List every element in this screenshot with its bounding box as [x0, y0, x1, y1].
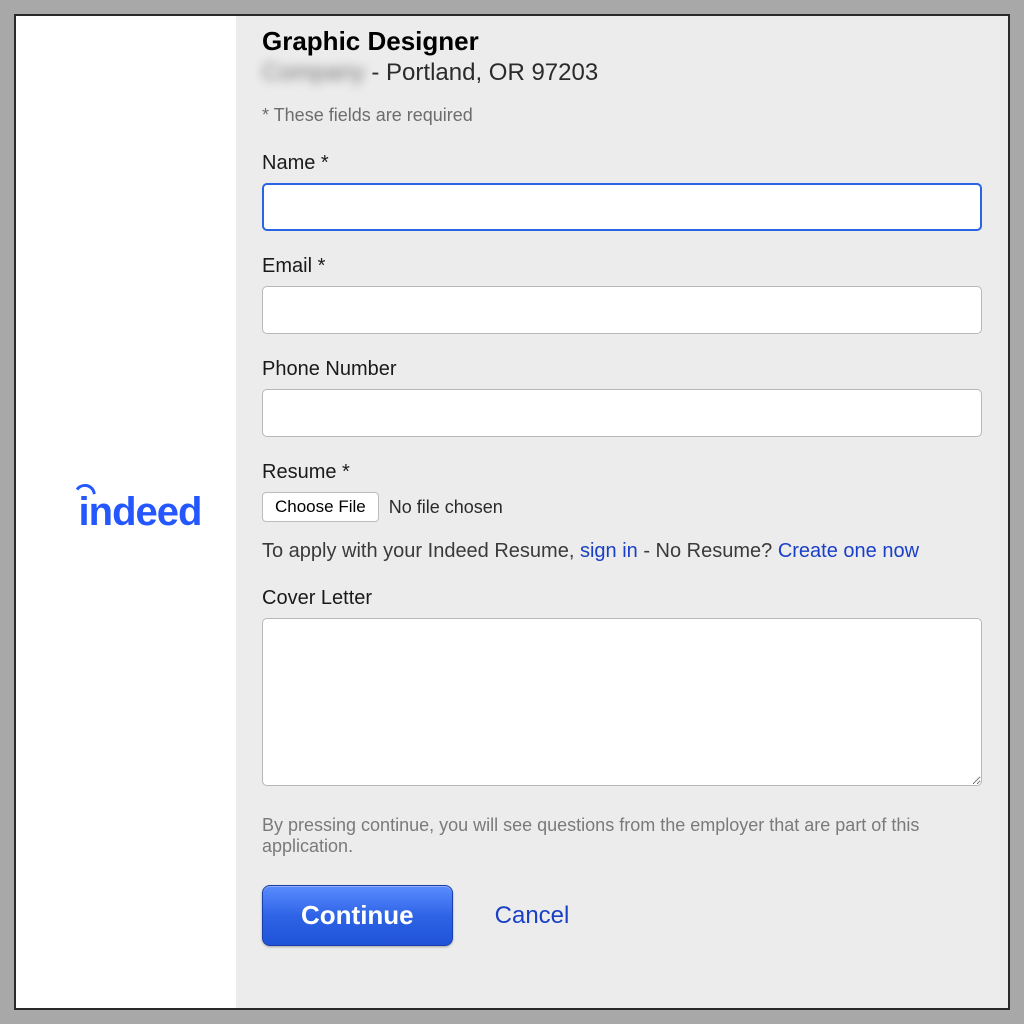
phone-field: Phone Number: [262, 358, 982, 437]
email-field: Email *: [262, 255, 982, 334]
job-location: Portland, OR 97203: [386, 59, 598, 86]
form-pane: Graphic Designer Company - Portland, OR …: [236, 16, 1008, 1008]
phone-input[interactable]: [262, 389, 982, 437]
logo-text: indeed: [79, 490, 202, 534]
cover-letter-textarea[interactable]: [262, 618, 982, 786]
cover-letter-label: Cover Letter: [262, 587, 982, 610]
resume-help-mid: - No Resume?: [638, 540, 778, 562]
continue-disclaimer: By pressing continue, you will see quest…: [262, 815, 982, 857]
resume-label: Resume *: [262, 461, 982, 484]
name-label: Name *: [262, 152, 982, 175]
resume-help-prefix: To apply with your Indeed Resume,: [262, 540, 580, 562]
email-label: Email *: [262, 255, 982, 278]
left-pane: indeed: [16, 16, 236, 1008]
resume-field: Resume * Choose File No file chosen To a…: [262, 461, 982, 563]
name-input[interactable]: [262, 183, 982, 231]
continue-button[interactable]: Continue: [262, 885, 453, 946]
job-title: Graphic Designer: [262, 26, 982, 57]
location-separator: -: [365, 59, 386, 86]
file-input-row: Choose File No file chosen: [262, 492, 982, 522]
cancel-link[interactable]: Cancel: [495, 902, 570, 930]
company-name-blurred: Company: [262, 59, 365, 87]
indeed-logo: indeed: [79, 490, 202, 535]
create-resume-link[interactable]: Create one now: [778, 540, 919, 562]
job-location-line: Company - Portland, OR 97203: [262, 59, 982, 87]
name-field: Name *: [262, 152, 982, 231]
application-window: indeed Graphic Designer Company - Portla…: [14, 14, 1010, 1010]
sign-in-link[interactable]: sign in: [580, 540, 638, 562]
no-file-chosen-text: No file chosen: [389, 497, 503, 518]
required-fields-note: * These fields are required: [262, 105, 982, 126]
button-row: Continue Cancel: [262, 885, 982, 946]
email-input[interactable]: [262, 286, 982, 334]
choose-file-button[interactable]: Choose File: [262, 492, 379, 522]
cover-letter-field: Cover Letter: [262, 587, 982, 791]
phone-label: Phone Number: [262, 358, 982, 381]
resume-help-line: To apply with your Indeed Resume, sign i…: [262, 540, 982, 563]
